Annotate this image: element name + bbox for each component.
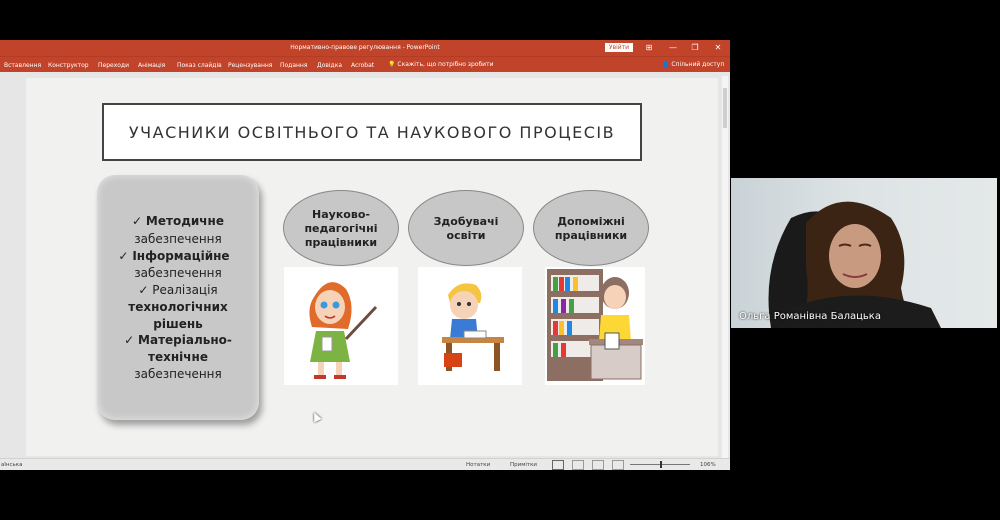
tell-me-search[interactable]: 💡 Скажіть, що потрібно зробити: [388, 61, 493, 68]
slideshow-icon[interactable]: [612, 460, 624, 470]
notes-button[interactable]: Нотатки: [466, 462, 490, 468]
tab-help[interactable]: Довідка: [317, 62, 342, 69]
participant-video-feed: [768, 201, 941, 328]
tab-transitions[interactable]: Переходи: [98, 62, 129, 69]
list-item-text: забезпечення: [134, 266, 222, 280]
group-ellipse-students: Здобувачі освіти: [408, 190, 524, 266]
scrollbar-thumb[interactable]: [723, 88, 727, 128]
status-bar: аїнська Нотатки Примітки 106%: [0, 458, 730, 470]
slide-title-box: УЧАСНИКИ ОСВІТНЬОГО ТА НАУКОВОГО ПРОЦЕСІ…: [102, 103, 642, 161]
reading-view-icon[interactable]: [592, 460, 604, 470]
list-item: ✓ Матеріально-: [124, 333, 232, 347]
vertical-scrollbar[interactable]: [722, 76, 728, 458]
list-item-text: забезпечення: [134, 367, 222, 381]
close-button[interactable]: ✕: [712, 42, 724, 54]
signin-button[interactable]: Увійти: [605, 43, 633, 52]
group-ellipse-teachers: Науково- педагогічні працівники: [283, 190, 399, 266]
ribbon-display-icon[interactable]: ⊞: [643, 42, 655, 54]
person-icon: 👤: [662, 61, 670, 68]
lightbulb-icon: 💡: [388, 61, 396, 68]
list-item-text: рішень: [153, 317, 203, 331]
language-indicator[interactable]: аїнська: [1, 462, 22, 468]
title-bar: Нормативно-правове регулювання - PowerPo…: [0, 40, 730, 56]
slide-title: УЧАСНИКИ ОСВІТНЬОГО ТА НАУКОВОГО ПРОЦЕСІ…: [128, 123, 616, 142]
slide-sorter-icon[interactable]: [572, 460, 584, 470]
student-illustration: [418, 267, 522, 385]
share-button[interactable]: 👤 Спільний доступ: [662, 61, 724, 68]
teacher-illustration: [284, 267, 398, 385]
minimize-button[interactable]: —: [667, 42, 679, 54]
list-item-text: технологічних: [128, 300, 228, 314]
maximize-button[interactable]: ❐: [689, 42, 701, 54]
ribbon-tabs: Вставлення Конструктор Переходи Анімація…: [0, 56, 730, 73]
tab-design[interactable]: Конструктор: [48, 62, 89, 69]
tab-review[interactable]: Рецензування: [228, 62, 272, 69]
librarian-illustration: [545, 267, 645, 385]
tab-acrobat[interactable]: Acrobat: [351, 62, 374, 69]
zoom-level[interactable]: 106%: [700, 462, 716, 468]
group-ellipse-support-staff: Допоміжні працівники: [533, 190, 649, 266]
list-item: ✓ Методичне: [132, 214, 224, 228]
tab-animations[interactable]: Анімація: [138, 62, 165, 69]
participant-name: Ольга Романівна Балацька: [739, 311, 881, 322]
normal-view-icon[interactable]: [552, 460, 564, 470]
list-item: ✓ Реалізація: [138, 283, 218, 297]
tab-view[interactable]: Подання: [280, 62, 307, 69]
tell-me-label: Скажіть, що потрібно зробити: [397, 61, 494, 68]
tab-insert[interactable]: Вставлення: [4, 62, 41, 69]
tab-slideshow[interactable]: Показ слайдів: [177, 62, 222, 69]
comments-button[interactable]: Примітки: [510, 462, 537, 468]
list-item-text: забезпечення: [134, 232, 222, 246]
share-label: Спільний доступ: [671, 61, 725, 68]
list-item: ✓ Інформаційне: [118, 249, 230, 263]
list-item-text: технічне: [148, 350, 208, 364]
participant-video-tile[interactable]: Ольга Романівна Балацька: [731, 178, 997, 328]
zoom-slider-thumb[interactable]: [660, 461, 662, 468]
support-list-box: ✓ Методичне забезпечення ✓ Інформаційне …: [97, 175, 259, 420]
